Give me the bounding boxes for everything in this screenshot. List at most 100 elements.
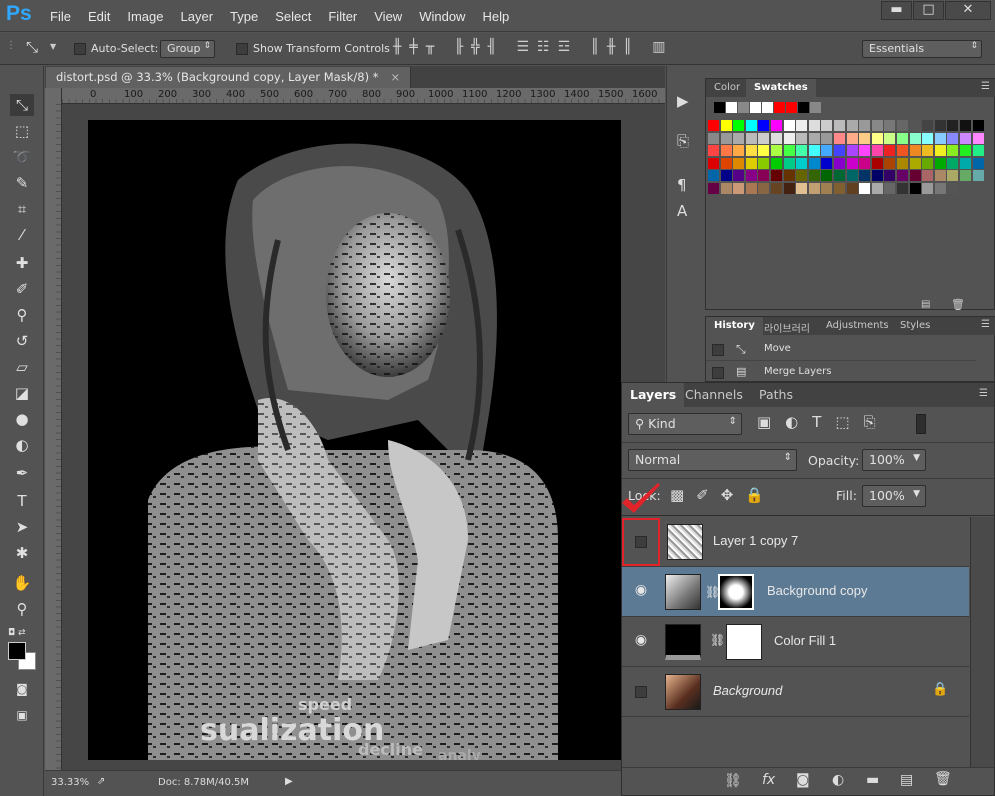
swatch[interactable] [960, 145, 971, 157]
swatch[interactable] [758, 183, 770, 194]
swatch[interactable] [972, 170, 984, 182]
swatch[interactable] [808, 183, 820, 194]
minimize-button[interactable]: ▬ [881, 1, 912, 20]
horizontal-ruler[interactable]: 0 100 200 300 400 500 600 700 800 900 10… [62, 88, 665, 104]
trash-icon[interactable]: 🗑 [934, 771, 952, 787]
swatch[interactable] [922, 145, 934, 157]
swatch[interactable] [922, 132, 934, 144]
menu-image[interactable]: Image [127, 9, 163, 24]
swatch[interactable] [733, 183, 745, 194]
swatch[interactable] [897, 183, 908, 194]
swatch[interactable] [897, 170, 908, 182]
menu-edit[interactable]: Edit [88, 9, 110, 24]
swatch[interactable] [758, 120, 770, 131]
crop-tool-icon[interactable]: ⌗ [10, 198, 34, 220]
swatch[interactable] [783, 145, 795, 157]
swatch[interactable] [934, 157, 946, 169]
swatch[interactable] [771, 183, 782, 194]
swatch[interactable] [771, 132, 782, 144]
swatch[interactable] [871, 120, 883, 131]
restore-button[interactable]: □ [913, 1, 944, 20]
swatch[interactable] [846, 145, 858, 157]
eye-icon[interactable]: ◉ [631, 632, 651, 652]
blur-tool-icon[interactable]: ● [10, 408, 34, 430]
swatch[interactable] [796, 170, 808, 182]
layer-name[interactable]: Background [713, 683, 782, 698]
layer-row[interactable]: Layer 1 copy 7 [622, 517, 969, 567]
menu-view[interactable]: View [374, 9, 402, 24]
lasso-tool-icon[interactable]: ➰ [10, 146, 34, 168]
swatch[interactable] [972, 157, 984, 169]
menu-select[interactable]: Select [275, 9, 311, 24]
swatch[interactable] [884, 157, 896, 169]
layer-name[interactable]: Background copy [767, 583, 867, 598]
layer-row[interactable]: ◉ ⛓ Color Fill 1 [622, 617, 969, 667]
swatch[interactable] [808, 170, 820, 182]
swatch[interactable] [934, 145, 946, 157]
swatch[interactable] [733, 132, 745, 144]
layer-row[interactable]: Background 🔒 [622, 667, 969, 717]
swatch[interactable] [796, 183, 808, 194]
swatch[interactable] [720, 145, 732, 157]
clone-stamp-tool-icon[interactable]: ⚲ [10, 304, 34, 326]
swatch[interactable] [909, 183, 921, 194]
swatch[interactable] [884, 132, 896, 144]
new-layer-icon[interactable]: ▤ [900, 772, 913, 788]
dodge-tool-icon[interactable]: ◐ [10, 434, 34, 456]
close-tab-icon[interactable]: × [390, 70, 400, 84]
swatch[interactable] [758, 132, 770, 144]
swatch[interactable] [745, 145, 757, 157]
paragraph-icon[interactable]: ¶ [677, 176, 687, 194]
chevron-down-icon[interactable]: ▼ [50, 42, 56, 51]
swatch[interactable] [960, 120, 971, 131]
tab-paths[interactable]: Paths [751, 383, 801, 407]
swatch[interactable] [947, 170, 959, 182]
swatch[interactable] [783, 157, 795, 169]
swatch[interactable] [846, 120, 858, 131]
tab-adjustments[interactable]: Adjustments [818, 317, 897, 335]
shape-tool-icon[interactable]: ✱ [10, 542, 34, 564]
healing-brush-tool-icon[interactable]: ✚ [10, 252, 34, 274]
auto-select-dropdown[interactable]: Group ⇕ [160, 40, 215, 58]
swatch[interactable] [798, 102, 809, 113]
swatch[interactable] [846, 132, 858, 144]
history-brush-tool-icon[interactable]: ↺ [10, 330, 34, 352]
history-item[interactable]: ⤡ Move [706, 339, 976, 361]
swatch[interactable] [922, 157, 934, 169]
adjustment-layer-icon[interactable]: ◐ [832, 772, 844, 788]
swatch[interactable] [783, 132, 795, 144]
swatch[interactable] [834, 145, 845, 157]
swatch[interactable] [972, 145, 984, 157]
swatch[interactable] [834, 120, 845, 131]
layer-row-selected[interactable]: ◉ ⛓ Background copy [622, 567, 969, 617]
swatch[interactable] [796, 157, 808, 169]
lock-icons[interactable]: ▩✐✥🔒 [670, 486, 776, 504]
swatch[interactable] [947, 157, 959, 169]
tab-layers[interactable]: Layers [622, 383, 685, 407]
swatch[interactable] [720, 183, 732, 194]
new-swatch-icon[interactable]: ▤ [921, 299, 930, 310]
marquee-tool-icon[interactable]: ⬚ [10, 120, 34, 142]
fx-icon[interactable]: fx [762, 772, 775, 788]
tab-swatches[interactable]: Swatches [746, 79, 816, 97]
swatch[interactable] [897, 120, 908, 131]
filter-toggle[interactable] [916, 414, 926, 434]
eraser-tool-icon[interactable]: ▱ [10, 356, 34, 378]
document-canvas[interactable]: sualization decline speed analy [88, 120, 621, 760]
menu-type[interactable]: Type [230, 9, 258, 24]
menu-filter[interactable]: Filter [328, 9, 357, 24]
swatch[interactable] [834, 157, 845, 169]
swatch[interactable] [726, 102, 737, 113]
swatch[interactable] [934, 170, 946, 182]
swatch[interactable] [859, 183, 871, 194]
history-item[interactable]: ▤ Merge Layers [706, 362, 976, 384]
show-transform-checkbox[interactable] [236, 43, 248, 55]
swatch[interactable] [786, 102, 797, 113]
swatch[interactable] [720, 157, 732, 169]
menu-file[interactable]: File [50, 9, 71, 24]
swatch[interactable] [859, 145, 871, 157]
pen-tool-icon[interactable]: ✒ [10, 462, 34, 484]
panel-menu-icon[interactable]: ☰ [981, 319, 990, 330]
add-mask-icon[interactable]: ◙ [796, 772, 810, 788]
swatch[interactable] [834, 132, 845, 144]
